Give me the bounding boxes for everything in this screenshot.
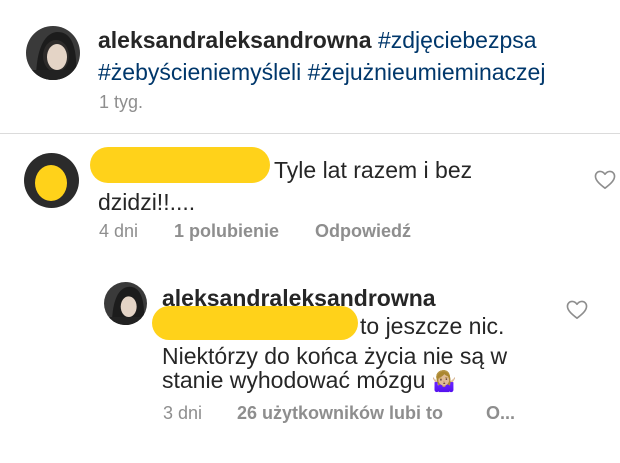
caption-username[interactable]: aleksandraleksandrowna [98, 27, 372, 53]
caption-hashtag[interactable]: #żejużnieumieminaczej [308, 59, 546, 85]
reply-more-button[interactable]: O... [486, 402, 515, 424]
redacted-mention [152, 306, 358, 340]
shrug-emoji: 🤷🏼‍♀️ [431, 371, 457, 393]
like-heart-icon[interactable] [594, 170, 616, 190]
caption-time: 1 tyg. [99, 92, 144, 112]
reply-likes[interactable]: 26 użytkowników lubi to [237, 402, 443, 424]
reply-button[interactable]: Odpowiedź [315, 220, 411, 242]
comment-time: 4 dni [99, 221, 139, 241]
caption-hashtag[interactable]: #zdjęciebezpsa [378, 27, 537, 53]
reply-text-line3: stanie wyhodować mózgu 🤷🏼‍♀️ [162, 364, 457, 398]
caption-avatar[interactable] [26, 26, 80, 80]
reply-time: 3 dni [163, 403, 203, 423]
comment-text-line1: Tyle lat razem i bez [274, 157, 473, 183]
comment-text-line2: dzidzi!!.... [98, 189, 196, 215]
divider [0, 133, 620, 134]
redacted-username [90, 147, 270, 183]
reply-text-line3-text: stanie wyhodować mózgu [162, 367, 426, 393]
caption-hashtag[interactable]: #żebyścieniemyśleli [98, 59, 301, 85]
reply-avatar[interactable] [104, 282, 147, 325]
comment-likes[interactable]: 1 polubienie [174, 220, 279, 242]
like-heart-icon[interactable] [566, 300, 588, 320]
caption-text: aleksandraleksandrowna #zdjęciebezpsa #ż… [98, 24, 598, 88]
comment-avatar[interactable] [24, 153, 79, 208]
reply-text-line1: to jeszcze nic. [360, 313, 505, 339]
